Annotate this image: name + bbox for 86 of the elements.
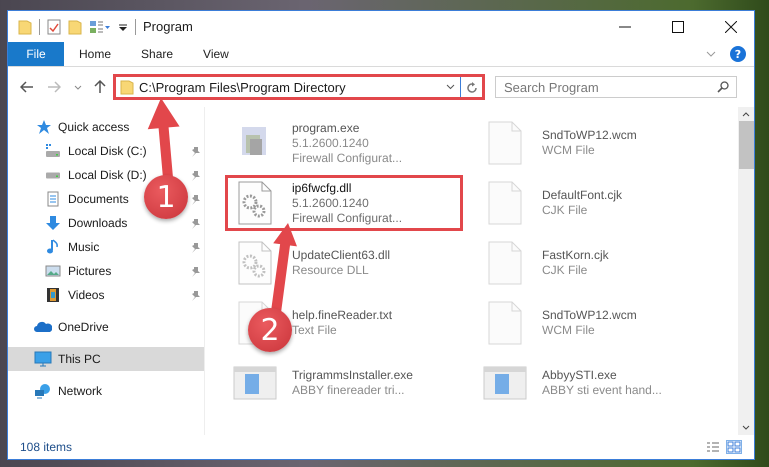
sidebar-item[interactable]: Pictures [44,259,114,283]
pin-icon[interactable] [190,146,200,156]
minimize-icon[interactable] [619,26,631,28]
download-arrow-icon [45,215,61,231]
caret-icon[interactable] [446,84,455,90]
film-icon [45,287,61,303]
scroll-down-icon[interactable] [742,425,750,430]
window-title: Program [143,19,193,34]
picture-icon [45,263,61,279]
scrollbar-thumb[interactable] [738,121,754,169]
file-detail: CJK File [542,263,588,278]
star-icon [35,119,51,135]
ribbon-tab[interactable]: File [8,42,64,66]
sidebar-item[interactable]: Music [44,235,102,259]
file-detail: ABBY finereader tri... [292,383,406,398]
sidebar-item[interactable]: Downloads [44,211,130,235]
blank-file-icon [488,181,522,225]
file-name: TrigrammsInstaller.exe [292,368,413,383]
expand-ribbon-icon[interactable] [706,51,716,57]
music-note-icon [45,239,61,255]
file-detail: Resource DLL [292,263,370,278]
sidebar-item[interactable]: Quick access [34,115,132,139]
network-icon [34,383,52,399]
sidebar-item[interactable]: OneDrive [34,315,111,339]
file-detail: WCM File [542,323,596,338]
properties-icon[interactable] [47,18,61,34]
maximize-icon[interactable] [672,20,684,32]
address-path: C:\Program Files\Program Directory [139,80,347,94]
pin-icon[interactable] [190,242,200,252]
ribbon-tab[interactable]: Home [64,42,126,66]
customize-dropdown-icon[interactable] [118,22,128,32]
file-name: help.fineReader.txt [292,308,392,323]
settings-file-icon [238,241,272,285]
file-detail: WCM File [542,143,596,158]
pin-icon[interactable] [190,290,200,300]
sidebar-item[interactable]: Network [34,379,104,403]
file-detail: 5.1.2600.1240 [292,196,370,210]
file-detail: 5.1.2600.1240 [292,136,370,150]
blank-file-icon [488,241,522,285]
up-arrow-icon[interactable] [94,80,106,94]
folder-icon [120,79,134,95]
back-arrow-icon[interactable] [20,81,34,93]
pin-icon[interactable] [190,218,200,228]
pin-icon[interactable] [190,266,200,276]
sidebar-item[interactable]: Local Disk (C:) [44,139,149,163]
file-name: program.exe [292,120,360,136]
sidebar-item[interactable]: Videos [44,283,106,307]
file-detail: ABBY sti event hand... [542,383,662,398]
file-name: DefaultFont.cjk [542,188,622,203]
file-name: FastKorn.cjk [542,248,609,263]
large-icons-view-icon[interactable] [726,440,742,454]
installer-icon [233,366,277,400]
pin-icon[interactable] [190,194,200,204]
ribbon-tab[interactable]: Share [126,42,188,66]
scrollbar[interactable] [738,107,754,435]
installer-icon [483,366,527,400]
address-bar[interactable]: C:\Program Files\Program Directory [113,74,485,100]
monitor-icon [34,351,52,367]
help-button[interactable]: ? [730,46,746,62]
file-name: AbbyySTI.exe [542,368,618,383]
ribbon-tab[interactable]: View [188,42,244,66]
file-name: SndToWP12.wcm [542,308,637,323]
file-detail: Firewall Configurat... [292,150,402,166]
file-name: ip6fwcfg.dll [292,180,352,196]
refresh-icon[interactable] [466,80,478,94]
document-icon [45,191,61,207]
file-detail: Firewall Configurat... [292,210,402,226]
view-icon[interactable] [89,18,111,34]
drive-icon [45,172,61,178]
sidebar-item[interactable]: Documents [44,187,131,211]
scroll-up-icon[interactable] [742,112,750,117]
item-count: 108 items [20,440,72,454]
file-detail: Text File [292,323,338,338]
file-name: SndToWP12.wcm [542,128,637,143]
drive-icon [45,143,61,159]
blank-file-icon [488,301,522,345]
details-view-icon[interactable] [706,441,720,453]
search-field[interactable]: Search Program [495,76,737,98]
close-icon[interactable] [725,20,737,32]
pin-icon[interactable] [190,170,200,180]
file-detail: CJK File [542,203,588,218]
recent-dropdown-icon[interactable] [74,84,82,90]
cloud-icon [34,319,52,335]
settings-file-icon [238,181,272,225]
file-name: UpdateClient63.dll [292,248,390,263]
blank-file-icon [488,121,522,165]
